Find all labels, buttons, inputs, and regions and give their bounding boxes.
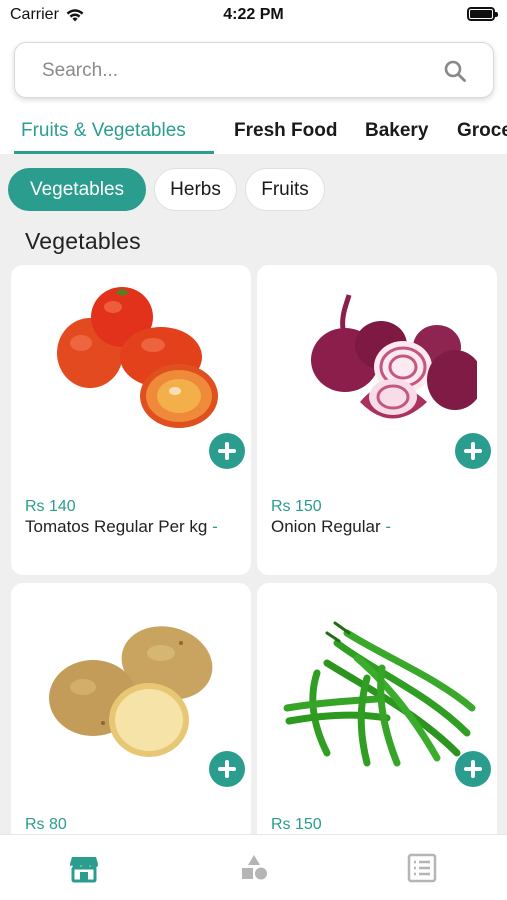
bottom-nav [0, 834, 507, 900]
onion-image [311, 294, 477, 419]
add-to-cart-button[interactable] [209, 433, 245, 469]
add-to-cart-button[interactable] [455, 433, 491, 469]
clock: 4:22 PM [223, 6, 284, 23]
potato-image [49, 626, 213, 757]
search-input[interactable] [42, 59, 422, 83]
battery-icon [467, 7, 498, 21]
product-card-onion[interactable]: Rs 150 Onion Regular - [257, 265, 497, 575]
product-name: Onion Regular - [271, 517, 392, 536]
product-price: Rs 150 [271, 816, 322, 833]
tab-bakery[interactable]: Bakery [365, 120, 428, 142]
search-icon[interactable] [443, 59, 467, 83]
product-price: Rs 150 [271, 498, 322, 515]
store-icon[interactable] [69, 853, 99, 883]
tomato-image [57, 287, 218, 428]
green-chili-image [283, 621, 476, 767]
product-content: Vegetables Herbs Fruits Vegetables Rs 14… [0, 154, 507, 834]
product-price: Rs 140 [25, 498, 76, 515]
category-tabs: Fruits & Vegetables Fresh Food Bakery Gr… [0, 112, 507, 154]
list-icon[interactable] [407, 853, 437, 883]
chip-herbs[interactable]: Herbs [154, 168, 237, 211]
product-card-potato[interactable]: Rs 80 [11, 583, 251, 834]
categories-icon[interactable] [239, 853, 269, 883]
status-bar: Carrier 4:22 PM [0, 0, 507, 32]
product-price: Rs 80 [25, 816, 67, 833]
tab-grocery[interactable]: Groce [457, 120, 507, 142]
chip-fruits[interactable]: Fruits [245, 168, 325, 211]
section-title: Vegetables [25, 228, 141, 254]
tab-fresh-food[interactable]: Fresh Food [234, 120, 337, 142]
add-to-cart-button[interactable] [209, 751, 245, 787]
tab-fruits-vegetables[interactable]: Fruits & Vegetables [21, 120, 186, 142]
chip-vegetables[interactable]: Vegetables [8, 168, 146, 211]
search-bar[interactable] [14, 42, 494, 98]
product-name: Tomatos Regular Per kg - [25, 517, 218, 536]
product-card-green-chili[interactable]: Rs 150 [257, 583, 497, 834]
product-card-tomato[interactable]: Rs 140 Tomatos Regular Per kg - [11, 265, 251, 575]
add-to-cart-button[interactable] [455, 751, 491, 787]
